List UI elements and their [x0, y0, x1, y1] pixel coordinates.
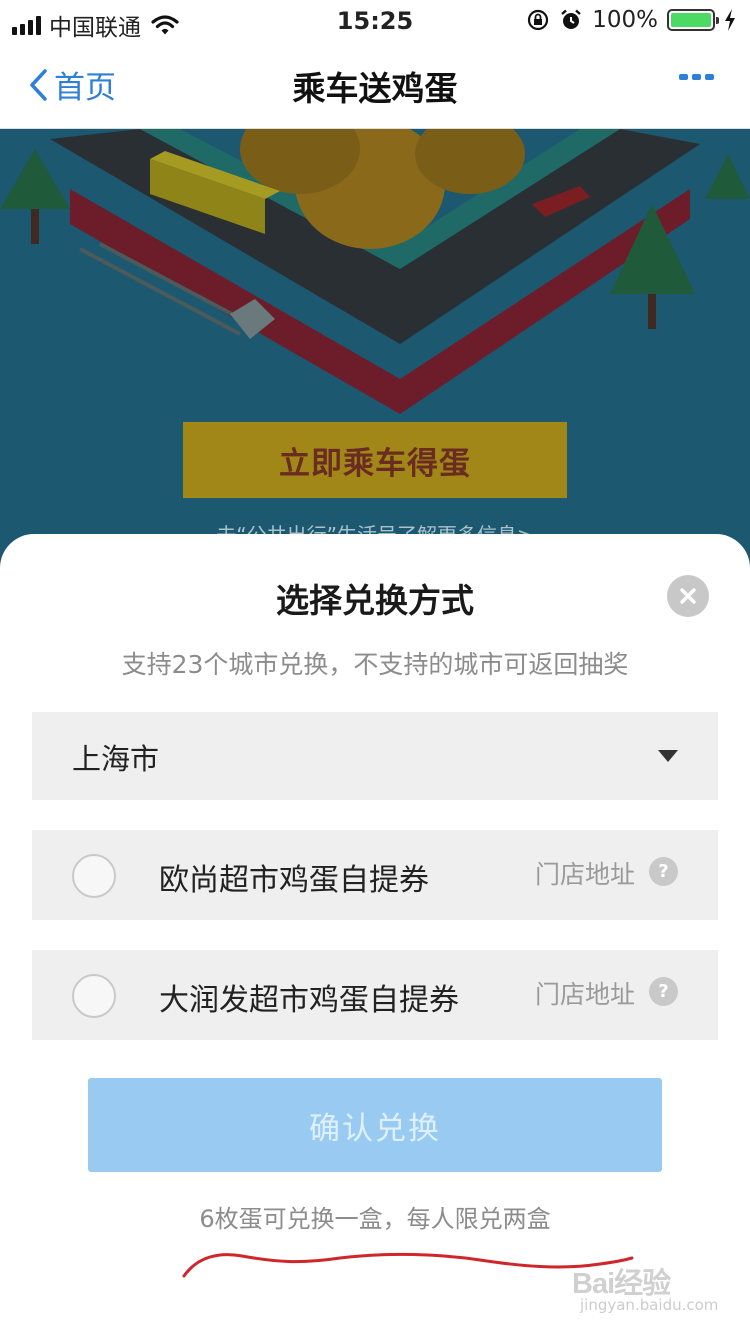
close-button[interactable]: [667, 575, 709, 617]
close-icon: [680, 588, 696, 604]
alarm-icon: [561, 9, 582, 29]
help-icon[interactable]: ?: [649, 857, 678, 886]
ride-now-button[interactable]: 立即乘车得蛋: [183, 422, 567, 498]
confirm-redeem-button[interactable]: 确认兑换: [88, 1078, 662, 1172]
caret-down-icon: [658, 750, 678, 762]
battery-icon: [667, 9, 719, 31]
city-value: 上海市: [72, 742, 160, 776]
watermark-url: jingyan.baidu.com: [580, 1296, 719, 1314]
store-address-link[interactable]: 门店地址: [535, 975, 635, 1011]
redeem-limit-note: 6枚蛋可兑换一盒，每人限兑两盒: [199, 1205, 551, 1233]
option-row-auchan[interactable]: 欧尚超市鸡蛋自提券 门店地址 ?: [32, 830, 718, 920]
back-label: 首页: [54, 70, 116, 106]
redeem-sheet: 选择兑换方式 支持23个城市兑换，不支持的城市可返回抽奖 上海市 欧尚超市鸡蛋自…: [0, 534, 750, 1334]
radio-button[interactable]: [72, 974, 116, 1018]
sheet-title: 选择兑换方式: [276, 581, 474, 620]
baidu-jingyan-watermark: Bai经验 jingyan.baidu.com: [572, 1258, 744, 1318]
orientation-lock-icon: [528, 9, 549, 31]
option-row-rt-mart[interactable]: 大润发超市鸡蛋自提券 门店地址 ?: [32, 950, 718, 1040]
sheet-subtitle: 支持23个城市兑换，不支持的城市可返回抽奖: [121, 650, 629, 679]
status-bar: 中国联通 15:25 100%: [0, 0, 750, 41]
charging-icon: [725, 9, 735, 31]
city-dropdown[interactable]: 上海市: [32, 712, 718, 800]
radio-button[interactable]: [72, 854, 116, 898]
option-label: 大润发超市鸡蛋自提券: [159, 983, 459, 1018]
help-icon[interactable]: ?: [649, 977, 678, 1006]
chevron-left-icon: [30, 68, 47, 101]
red-underline-annotation: [182, 1252, 634, 1278]
nav-bar: 首页 乘车送鸡蛋: [0, 40, 750, 129]
more-options-icon[interactable]: [679, 74, 714, 80]
store-address-link[interactable]: 门店地址: [535, 855, 635, 891]
back-button[interactable]: 首页: [28, 62, 116, 107]
battery-percent: 100%: [592, 7, 658, 33]
option-label: 欧尚超市鸡蛋自提券: [159, 863, 429, 898]
status-right: 100%: [526, 7, 736, 33]
promo-banner: 立即乘车得蛋 去“公共出行”生活号了解更多信息>: [0, 129, 750, 589]
